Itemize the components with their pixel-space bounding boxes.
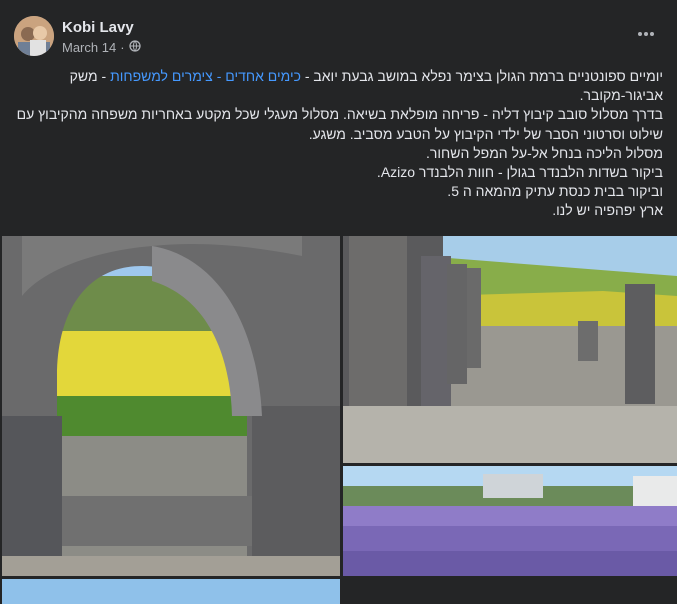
more-options-icon[interactable] bbox=[636, 24, 656, 44]
author-name[interactable]: Kobi Lavy bbox=[62, 19, 134, 36]
post-line: וביקור בבית כנסת עתיק מהמאה ה 5. bbox=[447, 183, 663, 200]
post-line: ארץ יפהפיה יש לנו. bbox=[552, 202, 663, 219]
post-line: מסלול הליכה בנחל אל-על המפל השחור. bbox=[426, 144, 663, 161]
globe-icon bbox=[128, 40, 141, 55]
hashtag-link[interactable]: צימרים למשפחות bbox=[110, 68, 213, 84]
meta-separator: · bbox=[120, 40, 125, 55]
post-line: ביקור בשדות הלבנדר בגולן - חוות הלבנדר A… bbox=[376, 164, 663, 181]
avatar[interactable] bbox=[14, 16, 54, 56]
hashtag-link[interactable]: כימים אחדים bbox=[225, 68, 301, 84]
post-header: Kobi Lavy March 14 · bbox=[14, 14, 664, 58]
post-date[interactable]: March 14 bbox=[62, 40, 116, 55]
post-card: Kobi Lavy March 14 · יומיים ספונטניים בר… bbox=[0, 0, 677, 604]
ancient-synagogue-columns-photo[interactable] bbox=[343, 236, 677, 463]
post-meta: March 14 · bbox=[62, 40, 141, 55]
post-text: יומיים ספונטניים ברמת הגולן בצימר נפלא ב… bbox=[14, 67, 663, 221]
stone-arch-photo[interactable] bbox=[2, 236, 340, 576]
lavender-field-photo[interactable] bbox=[343, 466, 677, 576]
sky-photo-partial[interactable] bbox=[2, 579, 340, 604]
post-line: יומיים ספונטניים ברמת הגולן בצימר נפלא ב… bbox=[69, 68, 663, 104]
photo-grid bbox=[0, 236, 677, 604]
post-line: בדרך מסלול סובב קיבוץ דליה - פריחה מופלא… bbox=[16, 106, 663, 142]
